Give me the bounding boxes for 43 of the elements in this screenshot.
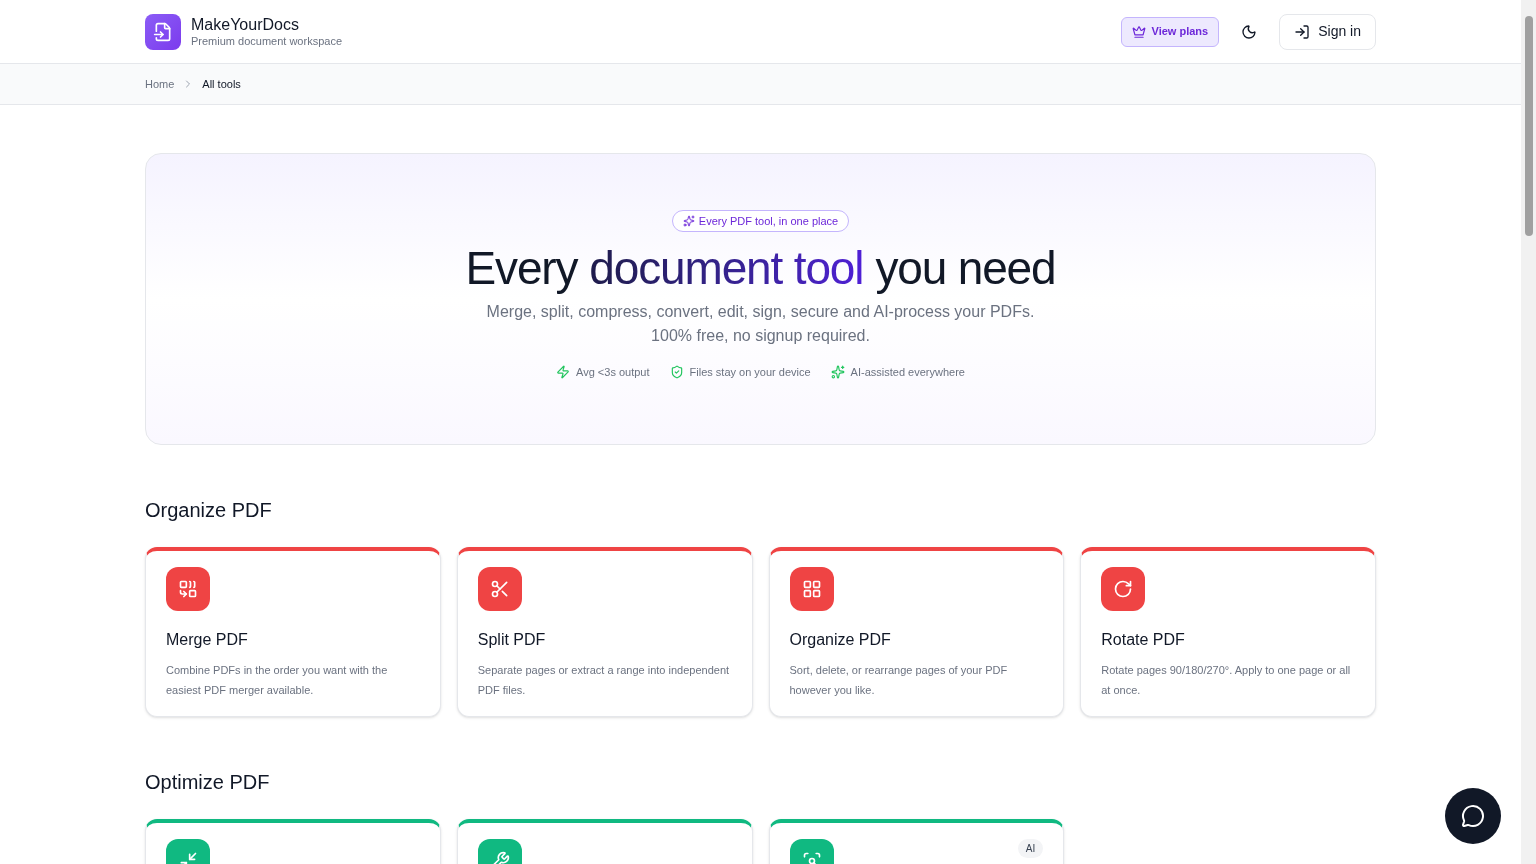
tool-card[interactable]: Rotate PDF Rotate pages 90/180/270°. Apply to one page or all at once. xyxy=(1080,547,1376,717)
rotate-icon xyxy=(1101,567,1146,611)
hero-subtitle: Merge, split, compress, convert, edit, sign, secure and AI-process your PDFs. 100% free, no signup required. xyxy=(485,302,1036,346)
tool-description: Separate pages or extract a range into independent PDF files. xyxy=(477,663,731,698)
section-title: Organize PDF xyxy=(145,498,273,523)
breadcrumb-item: All tools xyxy=(202,76,241,92)
sign-in-button[interactable]: Sign in xyxy=(1279,13,1376,50)
tool-card[interactable]: Merge PDF Combine PDFs in the order you want with the easiest PDF merger available. xyxy=(145,547,441,717)
moon-icon xyxy=(1241,23,1258,40)
brand-tagline: Premium document workspace xyxy=(191,34,342,49)
bolt-icon xyxy=(556,365,571,380)
section-title: Optimize PDF xyxy=(145,770,271,795)
tool-description: Combine PDFs in the order you want with the easiest PDF merger available. xyxy=(166,663,389,698)
merge-icon xyxy=(166,567,210,611)
hero-badge: Every PDF tool, in one place xyxy=(671,210,850,232)
view-plans-button[interactable]: View plans xyxy=(1120,16,1220,47)
hero-title: Every document tool you need xyxy=(465,240,1056,296)
scissors-icon xyxy=(477,567,522,611)
feature-text: AI-assisted everywhere xyxy=(850,365,965,380)
tool-description: Rotate pages 90/180/270°. Apply to one page or all at once. xyxy=(1101,663,1352,698)
chat-icon xyxy=(1461,804,1485,828)
shield-icon xyxy=(669,365,684,380)
sparkle-icon xyxy=(830,365,845,380)
logo-icon[interactable] xyxy=(145,13,181,50)
tool-name: Split PDF xyxy=(477,630,547,650)
ai-badge: AI xyxy=(1017,839,1044,858)
tool-card[interactable]: AI xyxy=(768,819,1065,864)
tool-card[interactable]: Split PDF Separate pages or extract a range into independent PDF files. xyxy=(456,547,753,717)
brand-name: MakeYourDocs xyxy=(191,14,300,35)
tool-card[interactable]: Organize PDF Sort, delete, or rearrange pages of your PDF however you like. xyxy=(768,547,1065,717)
tool-name: Rotate PDF xyxy=(1101,630,1186,650)
tool-name: Organize PDF xyxy=(789,630,892,650)
tool-description: Sort, delete, or rearrange pages of your PDF however you like. xyxy=(789,663,1009,698)
grid-icon xyxy=(789,567,834,611)
crown-icon xyxy=(1131,24,1146,39)
breadcrumb-item[interactable]: Home xyxy=(145,75,175,93)
feature-text: Avg <3s output xyxy=(576,365,650,380)
feature-text: Files stay on your device xyxy=(689,365,811,380)
scrollbar[interactable] xyxy=(1521,0,1536,864)
sparkle-icon xyxy=(682,215,695,227)
tool-name: Merge PDF xyxy=(166,630,249,650)
sign-in-icon xyxy=(1294,23,1311,40)
chat-button[interactable] xyxy=(1445,788,1501,844)
